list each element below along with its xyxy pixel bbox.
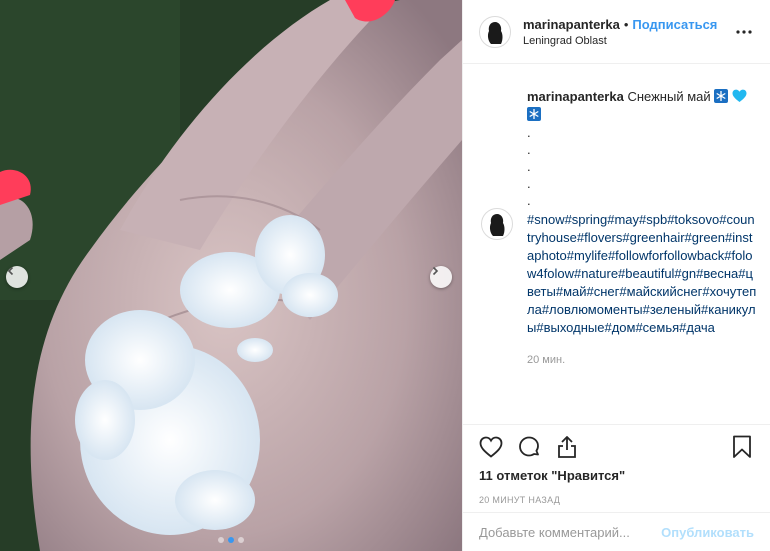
heart-icon (479, 436, 503, 458)
likes-count[interactable]: 11 отметок "Нравится" (479, 468, 754, 483)
add-comment-bar: Опубликовать (463, 512, 770, 551)
separator-dot: • (623, 16, 629, 32)
caption-dot-line: . (527, 142, 531, 157)
more-options-icon (736, 29, 752, 34)
share-button[interactable] (555, 435, 579, 459)
bookmark-icon (733, 435, 751, 458)
comment-icon (519, 436, 539, 457)
avatar-image (489, 214, 505, 236)
caption: marinapanterka Снежный май . . . . . #sn… (527, 88, 757, 369)
location-link[interactable]: Leningrad Oblast (523, 35, 732, 47)
share-icon (558, 436, 576, 458)
next-slide-button[interactable] (430, 266, 452, 288)
photo-hand-with-snow (0, 0, 462, 551)
carousel-dot (218, 537, 224, 543)
comment-input[interactable] (479, 524, 662, 540)
caption-username-link[interactable]: marinapanterka (527, 89, 624, 104)
more-options-button[interactable] (732, 20, 756, 44)
publish-button[interactable]: Опубликовать (661, 525, 754, 540)
chevron-left-icon (7, 266, 14, 276)
caption-dot-line: . (527, 159, 531, 174)
caption-time-ago: 20 мин. (527, 354, 566, 366)
post-timestamp: 20 минут назад (479, 495, 561, 505)
caption-dot-line: . (527, 125, 531, 140)
post-photo[interactable] (0, 0, 462, 551)
like-button[interactable] (479, 435, 503, 459)
snowflake-icon (714, 89, 729, 103)
carousel-indicator (0, 537, 462, 543)
comment-button[interactable] (517, 435, 541, 459)
post-header: marinapanterka • Подписаться Leningrad O… (463, 0, 770, 64)
action-icons (479, 429, 754, 465)
blue-heart-icon (732, 89, 747, 102)
chevron-right-icon (432, 266, 439, 276)
caption-avatar[interactable] (481, 208, 513, 240)
post-details-panel: marinapanterka • Подписаться Leningrad O… (462, 0, 770, 551)
caption-first-line: marinapanterka Снежный май (527, 88, 757, 106)
caption-dot-line: . (527, 176, 531, 191)
previous-slide-button[interactable] (6, 266, 28, 288)
avatar-image (487, 21, 503, 44)
snowflake-icon (527, 107, 541, 121)
post-actions: 11 отметок "Нравится" 20 минут назад (463, 424, 770, 505)
carousel-dot-active (228, 537, 234, 543)
header-user-row: marinapanterka • Подписаться (523, 17, 732, 32)
post-header-text: marinapanterka • Подписаться Leningrad O… (523, 17, 732, 47)
carousel-dot (238, 537, 244, 543)
caption-hashtags[interactable]: #snow#spring#may#spb#toksovo#countryhous… (527, 211, 757, 337)
username-link[interactable]: marinapanterka (523, 17, 620, 32)
follow-button[interactable]: Подписаться (632, 17, 717, 32)
caption-dot-line: . (527, 193, 531, 208)
save-button[interactable] (730, 435, 754, 459)
comments-area[interactable]: marinapanterka Снежный май . . . . . #sn… (463, 64, 770, 424)
caption-text: Снежный май (627, 89, 711, 104)
avatar[interactable] (479, 15, 511, 48)
caption-second-line (527, 106, 757, 124)
